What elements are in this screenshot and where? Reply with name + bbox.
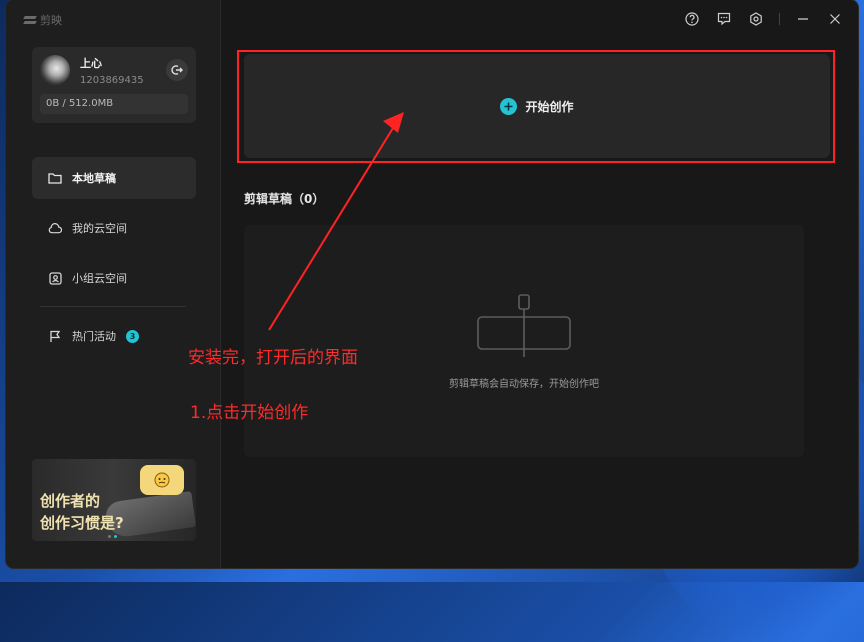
empty-drafts-message: 剪辑草稿会自动保存，开始创作吧: [449, 379, 599, 390]
close-icon[interactable]: [826, 10, 844, 28]
user-name: 上心: [80, 57, 102, 70]
app-logo-text: 剪映: [40, 14, 62, 27]
drafts-empty-area: 剪辑草稿会自动保存，开始创作吧: [244, 225, 804, 457]
divider: [40, 306, 186, 307]
team-drive-icon: [48, 271, 62, 285]
drafts-section-title: 剪辑草稿（0）: [244, 192, 325, 206]
app-logo: 剪映: [24, 12, 62, 28]
promo-banner[interactable]: 创作者的 创作习惯是?: [32, 459, 196, 541]
sidebar-item-my-cloud[interactable]: 我的云空间: [32, 207, 196, 249]
sidebar-item-label: 本地草稿: [72, 172, 116, 185]
sidebar-nav: 本地草稿 我的云空间 小组云空间: [32, 157, 196, 307]
app-logo-icon: [24, 15, 36, 25]
logout-button[interactable]: [166, 59, 188, 81]
user-id: 1203869435: [80, 75, 144, 86]
carousel-dot[interactable]: [108, 535, 111, 538]
sidebar-item-label: 小组云空间: [72, 272, 127, 285]
sidebar-item-local-drafts[interactable]: 本地草稿: [32, 157, 196, 199]
sidebar: 剪映 上心 1203869435 0B / 512.0MB 本地草稿 我的云空间…: [6, 0, 221, 568]
banner-title-line2: 创作习惯是?: [40, 514, 124, 532]
carousel-dots: [108, 535, 117, 538]
cloud-icon: [48, 221, 62, 235]
feedback-icon[interactable]: [715, 10, 733, 28]
flag-icon: [48, 329, 62, 343]
logout-icon: [171, 65, 183, 75]
settings-icon[interactable]: [747, 10, 765, 28]
carousel-dot-active[interactable]: [114, 535, 117, 538]
minimize-icon[interactable]: [794, 10, 812, 28]
emoji-bubble-icon: [140, 465, 184, 495]
plus-icon: [500, 97, 518, 115]
storage-usage: 0B / 512.0MB: [40, 94, 188, 114]
avatar[interactable]: [40, 55, 70, 85]
notification-badge: 3: [126, 329, 139, 343]
empty-drafts-icon: [477, 294, 571, 357]
start-creating-button[interactable]: 开始创作: [244, 54, 830, 158]
sidebar-item-team-cloud[interactable]: 小组云空间: [32, 257, 196, 299]
sidebar-item-label: 我的云空间: [72, 222, 127, 235]
user-card[interactable]: 上心 1203869435 0B / 512.0MB: [32, 47, 196, 123]
titlebar-separator: [779, 13, 780, 25]
annotation-note-2: 1.点击开始创作: [190, 403, 309, 423]
app-window: 剪映 上心 1203869435 0B / 512.0MB 本地草稿 我的云空间…: [6, 0, 858, 568]
annotation-note-1: 安装完，打开后的界面: [188, 348, 358, 368]
titlebar-controls: [683, 10, 844, 28]
help-icon[interactable]: [683, 10, 701, 28]
folder-icon: [48, 171, 62, 185]
sidebar-item-label: 热门活动: [72, 330, 116, 343]
banner-title-line1: 创作者的: [40, 492, 101, 510]
start-creating-label: 开始创作: [525, 99, 574, 114]
sidebar-item-hot-events[interactable]: 热门活动 3: [48, 326, 139, 346]
